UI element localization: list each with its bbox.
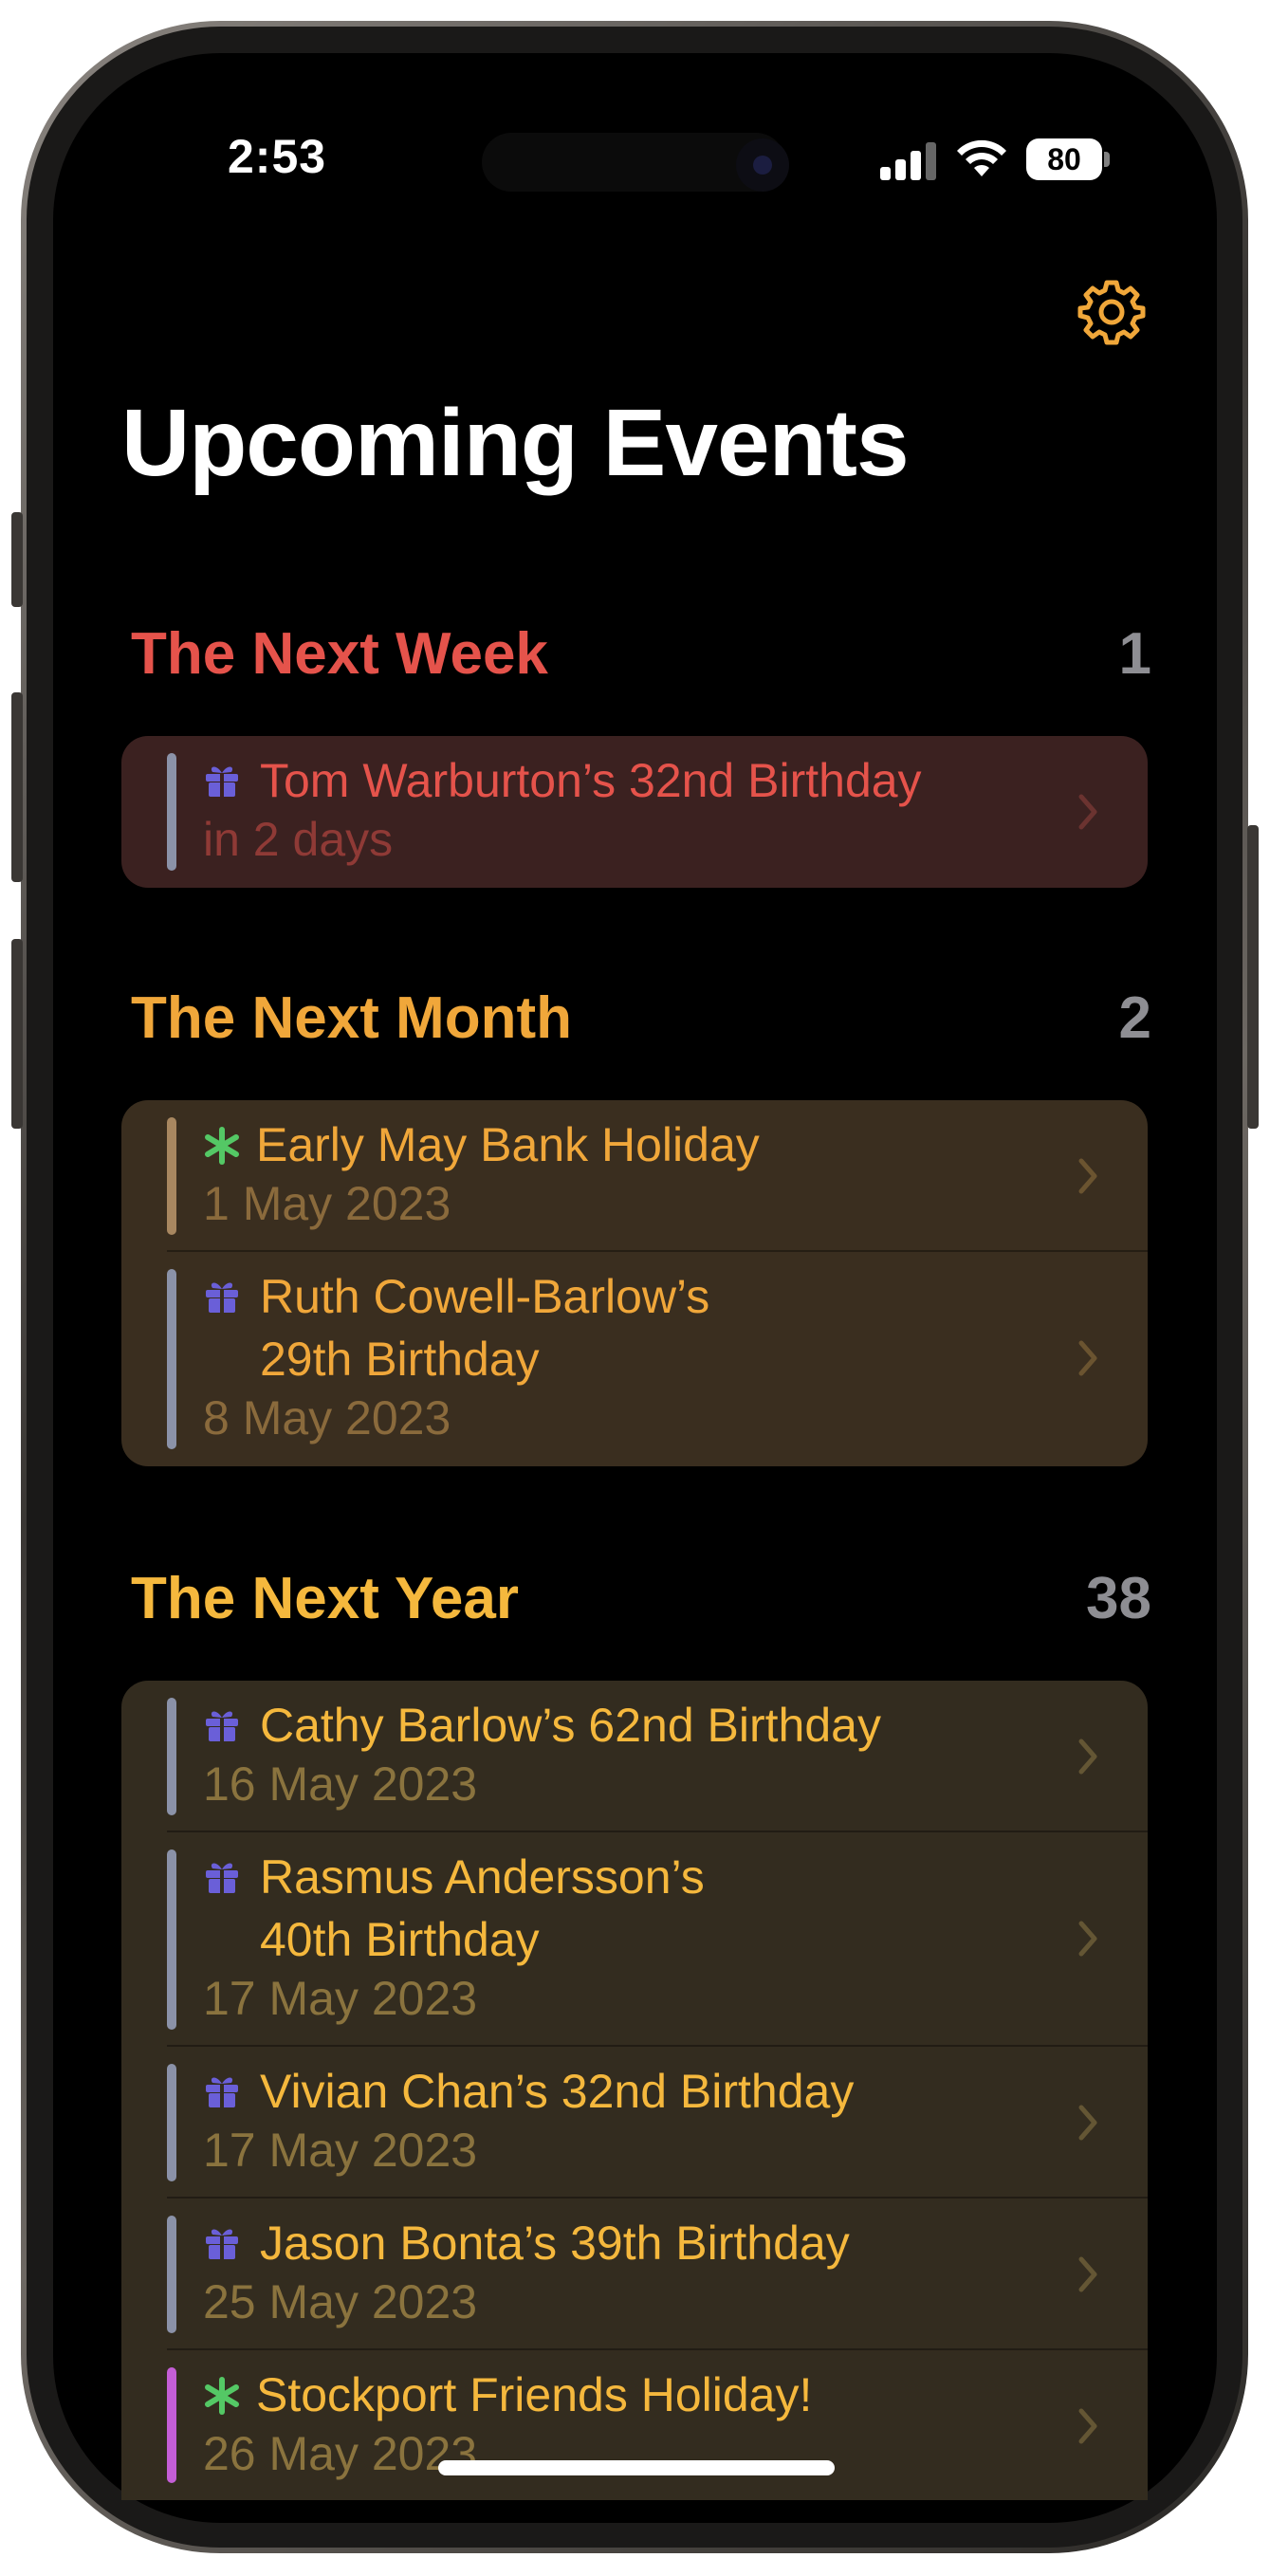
event-title-line2: 40th Birthday	[260, 1913, 540, 1966]
event-card-next-week: Tom Warburton’s 32nd Birthday in 2 days	[121, 736, 1148, 888]
event-row[interactable]: Early May Bank Holiday 1 May 2023	[121, 1100, 1148, 1252]
section-title: The Next Month	[131, 985, 572, 1051]
event-color-bar	[167, 2064, 176, 2181]
event-title-line1: Rasmus Andersson’s	[260, 1850, 705, 1904]
event-row[interactable]: Tom Warburton’s 32nd Birthday in 2 days	[121, 736, 1148, 888]
event-date: 17 May 2023	[203, 1972, 478, 2025]
event-color-bar	[167, 2367, 176, 2483]
section-title: The Next Year	[131, 1566, 519, 1631]
camera-icon	[736, 138, 789, 192]
volume-down-button	[11, 939, 23, 1129]
section-title: The Next Week	[131, 621, 548, 687]
chevron-right-icon	[1078, 2105, 1097, 2141]
event-title: Tom Warburton’s 32nd Birthday	[260, 754, 922, 807]
event-title: Cathy Barlow’s 62nd Birthday	[260, 1699, 881, 1752]
chevron-right-icon	[1078, 1921, 1097, 1957]
gear-icon[interactable]	[1077, 277, 1146, 345]
gift-icon	[206, 2229, 238, 2259]
event-title-line2: 29th Birthday	[260, 1333, 540, 1386]
event-title: Jason Bonta’s 39th Birthday	[260, 2217, 850, 2270]
volume-up-button	[11, 692, 23, 882]
event-row[interactable]: Cathy Barlow’s 62nd Birthday 16 May 2023	[121, 1681, 1148, 1832]
gift-icon	[206, 1863, 238, 1893]
event-color-bar	[167, 1269, 176, 1449]
event-date: 17 May 2023	[203, 2124, 478, 2177]
page-title: Upcoming Events	[121, 390, 910, 496]
action-button	[11, 512, 23, 607]
gift-icon	[206, 2077, 238, 2107]
event-row[interactable]: Jason Bonta’s 39th Birthday 25 May 2023	[121, 2199, 1148, 2350]
section-count: 1	[1118, 621, 1151, 687]
gift-icon	[206, 1711, 238, 1741]
power-button	[1247, 825, 1259, 1129]
chevron-right-icon	[1078, 1340, 1097, 1376]
event-date: 25 May 2023	[203, 2275, 478, 2328]
event-color-bar	[167, 753, 176, 871]
asterisk-icon	[205, 2377, 239, 2415]
battery-indicator: 80	[1026, 138, 1102, 180]
chevron-right-icon	[1078, 794, 1097, 830]
event-date: 26 May 2023	[203, 2427, 478, 2480]
section-header-next-year: The Next Year 38	[131, 1565, 1151, 1641]
status-time: 2:53	[228, 130, 327, 183]
event-row[interactable]: Rasmus Andersson’s 40th Birthday 17 May …	[121, 1832, 1148, 2047]
event-color-bar	[167, 2216, 176, 2333]
chevron-right-icon	[1078, 2408, 1097, 2444]
event-color-bar	[167, 1117, 176, 1235]
event-title-line1: Ruth Cowell-Barlow’s	[260, 1270, 710, 1323]
gift-icon	[206, 1282, 238, 1313]
event-card-next-year: Cathy Barlow’s 62nd Birthday 16 May 2023…	[121, 1681, 1148, 2500]
home-indicator[interactable]	[438, 2460, 835, 2475]
chevron-right-icon	[1078, 1158, 1097, 1194]
chevron-right-icon	[1078, 1739, 1097, 1775]
asterisk-icon	[205, 1127, 239, 1165]
section-count: 38	[1086, 1566, 1151, 1631]
cellular-signal-icon	[880, 140, 937, 180]
section-header-next-week: The Next Week 1	[131, 620, 1151, 696]
battery-tip	[1104, 152, 1110, 167]
event-row[interactable]: Stockport Friends Holiday! 26 May 2023	[121, 2350, 1148, 2500]
event-date: 8 May 2023	[203, 1391, 451, 1444]
event-color-bar	[167, 1698, 176, 1815]
event-row[interactable]: Vivian Chan’s 32nd Birthday 17 May 2023	[121, 2047, 1148, 2199]
event-date: 16 May 2023	[203, 1757, 478, 1811]
wifi-icon	[957, 139, 1006, 176]
event-color-bar	[167, 1849, 176, 2030]
event-title: Vivian Chan’s 32nd Birthday	[260, 2065, 855, 2118]
gift-icon	[206, 766, 238, 797]
chevron-right-icon	[1078, 2256, 1097, 2292]
event-row[interactable]: Ruth Cowell-Barlow’s 29th Birthday 8 May…	[121, 1252, 1148, 1466]
section-count: 2	[1118, 985, 1151, 1051]
event-date: 1 May 2023	[203, 1177, 451, 1230]
event-date: in 2 days	[203, 813, 394, 866]
event-card-next-month: Early May Bank Holiday 1 May 2023 Ruth C…	[121, 1100, 1148, 1466]
event-title: Stockport Friends Holiday!	[256, 2368, 813, 2421]
event-title: Early May Bank Holiday	[256, 1118, 760, 1171]
section-header-next-month: The Next Month 2	[131, 984, 1151, 1060]
